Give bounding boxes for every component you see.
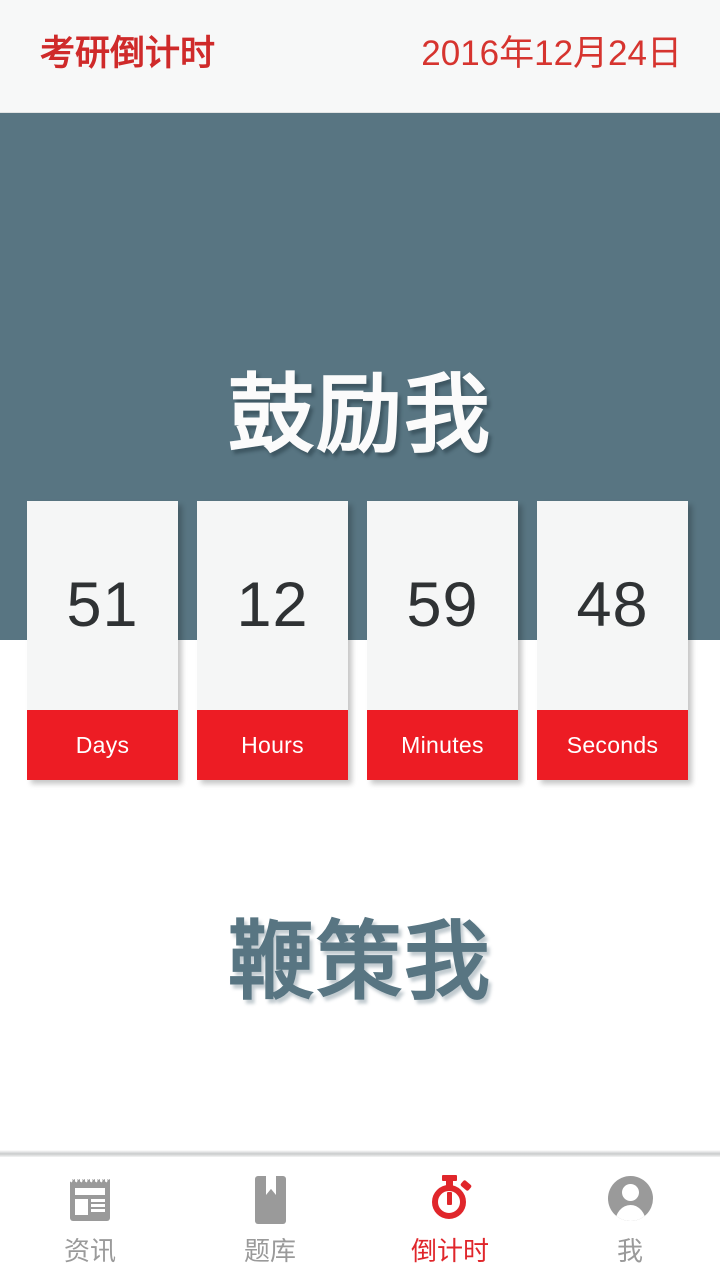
countdown-row: 51 Days 12 Hours 59 Minutes 48 Seconds xyxy=(27,501,688,780)
app-header: 考研倒计时 2016年12月24日 xyxy=(0,0,720,113)
person-icon xyxy=(603,1173,657,1229)
countdown-value: 12 xyxy=(236,570,309,640)
countdown-value: 48 xyxy=(576,570,649,640)
page-title: 考研倒计时 xyxy=(40,34,216,73)
bottom-tab-bar: 资讯 题库 倒计时 我 xyxy=(0,1157,720,1280)
countdown-label-box: Days xyxy=(27,710,178,780)
encourage-heading: 鼓励我 xyxy=(228,367,492,463)
header-date: 2016年12月24日 xyxy=(421,34,682,73)
tabbar-divider xyxy=(0,1150,720,1157)
tab-news[interactable]: 资讯 xyxy=(0,1157,180,1280)
countdown-label-box: Seconds xyxy=(537,710,688,780)
countdown-value-box: 59 xyxy=(367,501,518,710)
countdown-label: Seconds xyxy=(566,731,659,758)
tab-news-label: 资讯 xyxy=(63,1236,116,1266)
tab-question-bank[interactable]: 题库 xyxy=(180,1157,360,1280)
motivate-heading: 鞭策我 xyxy=(228,914,492,1010)
book-icon xyxy=(243,1173,297,1229)
countdown-value: 51 xyxy=(66,570,139,640)
countdown-label-box: Minutes xyxy=(367,710,518,780)
countdown-value-box: 48 xyxy=(537,501,688,710)
countdown-value-box: 12 xyxy=(197,501,348,710)
countdown-value-box: 51 xyxy=(27,501,178,710)
countdown-card-days: 51 Days xyxy=(27,501,178,780)
tab-profile-label: 我 xyxy=(616,1236,643,1266)
tab-countdown[interactable]: 倒计时 xyxy=(360,1157,540,1280)
countdown-card-minutes: 59 Minutes xyxy=(367,501,518,780)
countdown-label: Hours xyxy=(241,731,304,758)
stopwatch-icon xyxy=(423,1173,477,1229)
tab-countdown-label: 倒计时 xyxy=(410,1236,489,1266)
countdown-card-hours: 12 Hours xyxy=(197,501,348,780)
tab-profile[interactable]: 我 xyxy=(540,1157,720,1280)
countdown-label: Minutes xyxy=(401,731,484,758)
countdown-label-box: Hours xyxy=(197,710,348,780)
countdown-label: Days xyxy=(75,731,130,758)
countdown-value: 59 xyxy=(406,570,479,640)
news-icon xyxy=(63,1173,117,1229)
countdown-card-seconds: 48 Seconds xyxy=(537,501,688,780)
tab-question-bank-label: 题库 xyxy=(243,1236,296,1266)
